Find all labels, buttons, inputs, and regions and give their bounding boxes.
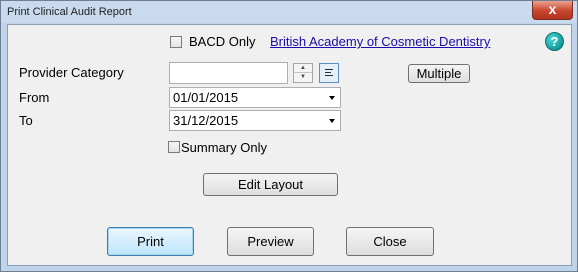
provider-category-spinner[interactable]: ▲ ▼ [293, 63, 313, 83]
spin-up-icon[interactable]: ▲ [294, 64, 312, 73]
window-close-button[interactable]: x [532, 1, 573, 20]
bacd-only-label[interactable]: BACD Only [189, 34, 255, 49]
chevron-down-icon[interactable] [329, 119, 335, 123]
to-label: To [19, 113, 33, 128]
chevron-down-icon[interactable] [329, 96, 335, 100]
help-icon[interactable]: ? [545, 32, 564, 51]
provider-category-label: Provider Category [19, 65, 124, 80]
summary-only-checkbox[interactable] [168, 141, 180, 153]
edit-layout-button-label: Edit Layout [237, 177, 304, 192]
to-date-picker[interactable]: 31/12/2015 [169, 110, 341, 131]
to-date-value: 31/12/2015 [173, 113, 239, 128]
summary-only-label[interactable]: Summary Only [181, 140, 267, 155]
print-button[interactable]: Print [107, 227, 194, 256]
from-date-value: 01/01/2015 [173, 90, 239, 105]
from-label: From [19, 90, 50, 105]
dialog-body: BACD Only British Academy of Cosmetic De… [7, 24, 572, 266]
edit-layout-button[interactable]: Edit Layout [203, 173, 338, 196]
close-icon: x [548, 1, 557, 17]
close-button[interactable]: Close [346, 227, 434, 256]
bacd-link[interactable]: British Academy of Cosmetic Dentistry [270, 34, 490, 49]
bacd-only-checkbox[interactable] [170, 36, 182, 48]
close-button-label: Close [373, 234, 407, 249]
title-bar: Print Clinical Audit Report x [1, 1, 577, 23]
window-title: Print Clinical Audit Report [7, 6, 132, 18]
provider-category-input[interactable] [169, 62, 288, 84]
print-clinical-audit-report-window: Print Clinical Audit Report x BACD Only … [0, 0, 578, 272]
list-icon [325, 69, 334, 78]
multiple-button[interactable]: Multiple [408, 64, 470, 83]
preview-button[interactable]: Preview [227, 227, 314, 256]
from-date-picker[interactable]: 01/01/2015 [169, 87, 341, 108]
provider-category-list-button[interactable] [319, 63, 339, 83]
preview-button-label: Preview [247, 234, 294, 249]
spin-down-icon[interactable]: ▼ [294, 73, 312, 82]
print-button-label: Print [137, 234, 164, 249]
help-question-mark: ? [550, 34, 559, 49]
multiple-button-label: Multiple [416, 66, 462, 81]
